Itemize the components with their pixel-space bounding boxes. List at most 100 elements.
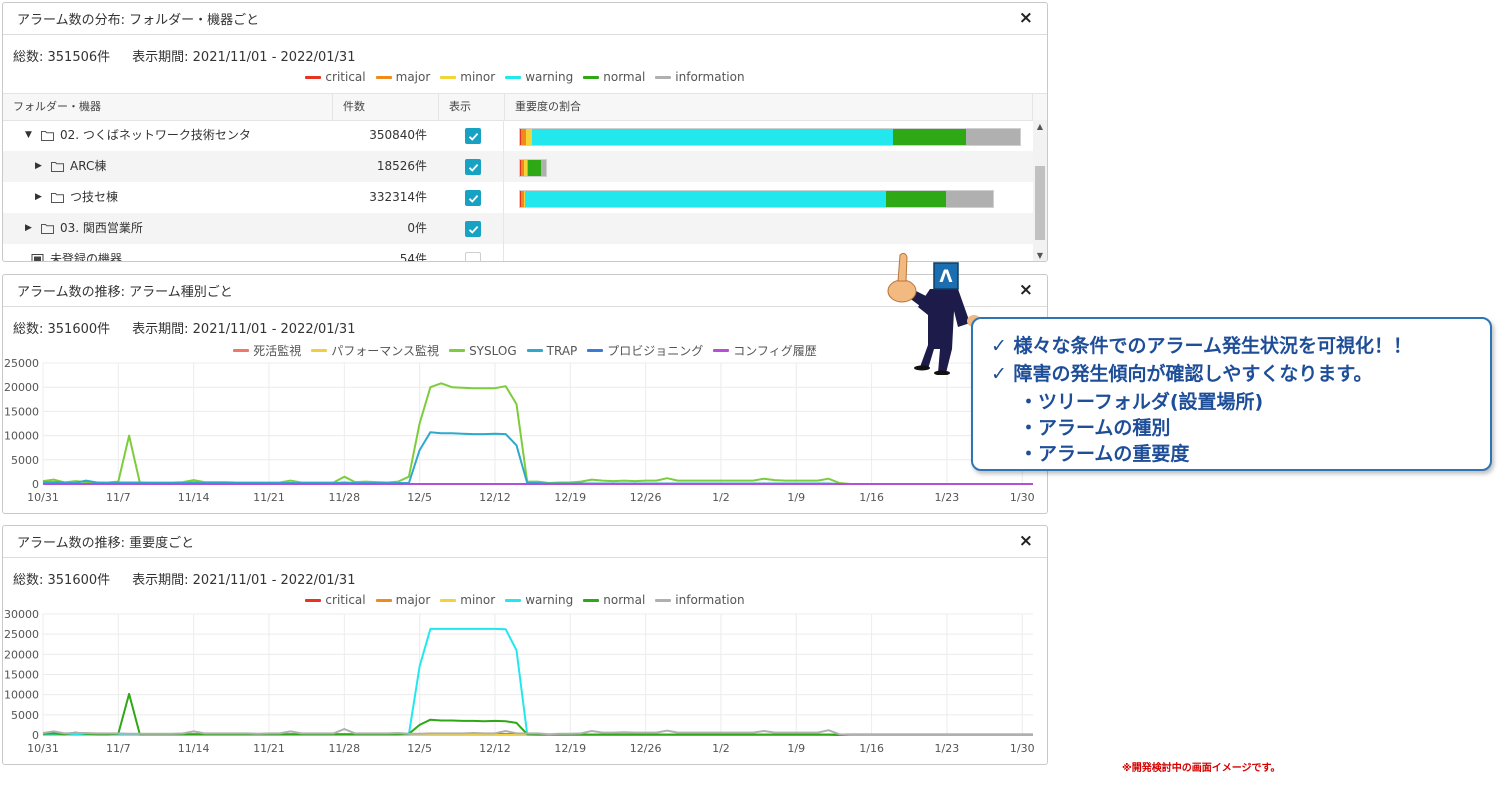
legend-item[interactable]: 死活監視 bbox=[233, 342, 301, 359]
table-row[interactable]: ▶ つ技セ棟 332314件 bbox=[3, 182, 1033, 213]
column-header-folder[interactable]: フォルダー・機器 bbox=[3, 94, 333, 120]
legend-item[interactable]: パフォーマンス監視 bbox=[311, 342, 439, 359]
legend-swatch bbox=[440, 75, 457, 79]
legend-swatch bbox=[440, 598, 457, 602]
legend-label: critical bbox=[325, 70, 366, 84]
legend-item[interactable]: normal bbox=[583, 70, 645, 84]
x-tick-label: 1/30 bbox=[1010, 742, 1035, 755]
scroll-up-icon[interactable]: ▲ bbox=[1033, 120, 1047, 134]
y-tick-label: 10000 bbox=[4, 689, 39, 702]
legend-item[interactable]: information bbox=[655, 593, 745, 607]
ratio-segment-warning bbox=[531, 129, 893, 145]
expand-arrow-icon[interactable]: ▶ bbox=[25, 213, 35, 244]
visible-checkbox[interactable] bbox=[465, 128, 481, 144]
visible-checkbox[interactable] bbox=[465, 252, 481, 261]
legend-item[interactable]: コンフィグ履歴 bbox=[713, 342, 817, 359]
scroll-thumb[interactable] bbox=[1035, 166, 1045, 240]
legend-item[interactable]: プロビジョニング bbox=[587, 342, 703, 359]
legend: critical major minor warning normal informati… bbox=[3, 593, 1047, 607]
folder-icon bbox=[41, 224, 54, 234]
legend-swatch bbox=[305, 598, 322, 602]
summary: 総数: 351600件 表示期間: 2021/11/01 - 2022/01/31 bbox=[13, 318, 355, 337]
visible-checkbox[interactable] bbox=[465, 190, 481, 206]
x-tick-label: 12/19 bbox=[554, 742, 586, 755]
legend-item[interactable]: SYSLOG bbox=[449, 342, 517, 359]
close-button[interactable]: × bbox=[1019, 533, 1033, 550]
callout-line: ✓ 様々な条件でのアラーム発生状況を可視化！！ bbox=[991, 335, 1412, 357]
alarm-count: 18526件 bbox=[376, 159, 427, 173]
table-header: フォルダー・機器 件数 表示 重要度の割合 bbox=[3, 93, 1047, 121]
scroll-down-icon[interactable]: ▼ bbox=[1033, 249, 1047, 261]
ratio-segment-information bbox=[945, 191, 993, 207]
legend-item[interactable]: major bbox=[375, 70, 430, 84]
legend-swatch bbox=[375, 75, 392, 79]
panel-title: アラーム数の推移: アラーム種別ごと bbox=[17, 285, 233, 300]
legend-item[interactable]: warning bbox=[505, 70, 573, 84]
legend-item[interactable]: critical bbox=[305, 593, 366, 607]
y-tick-label: 0 bbox=[32, 478, 39, 491]
legend-label: minor bbox=[460, 593, 496, 607]
legend-item[interactable]: warning bbox=[505, 593, 573, 607]
x-tick-label: 12/26 bbox=[630, 742, 662, 755]
legend-swatch bbox=[655, 75, 672, 79]
table-row[interactable]: ▶ 03. 関西営業所 0件 bbox=[3, 213, 1033, 244]
check-icon bbox=[468, 194, 478, 203]
callout-line: ・アラームの重要度 bbox=[1019, 443, 1190, 465]
legend-item[interactable]: normal bbox=[583, 593, 645, 607]
legend-item[interactable]: minor bbox=[440, 593, 495, 607]
alarm-count: 0件 bbox=[407, 221, 427, 235]
legend-item[interactable]: minor bbox=[440, 70, 495, 84]
alarm-count: 54件 bbox=[399, 252, 427, 262]
legend: critical major minor warning normal informati… bbox=[3, 70, 1047, 84]
collapse-arrow-icon[interactable]: ▼ bbox=[25, 120, 35, 151]
ratio-segment-information bbox=[965, 129, 1020, 145]
x-tick-label: 1/2 bbox=[712, 491, 730, 504]
x-tick-label: 1/2 bbox=[712, 742, 730, 755]
legend-label: information bbox=[675, 593, 745, 607]
panel-title: アラーム数の推移: 重要度ごと bbox=[17, 536, 195, 551]
folder-name: 02. つくばネットワーク技術センタ bbox=[60, 128, 251, 142]
expand-arrow-icon[interactable]: ▶ bbox=[35, 182, 45, 213]
legend-label: TRAP bbox=[546, 343, 578, 358]
folder-icon bbox=[51, 162, 64, 172]
summary: 総数: 351506件 表示期間: 2021/11/01 - 2022/01/31 bbox=[13, 46, 355, 65]
folder-icon bbox=[41, 131, 54, 141]
legend-item[interactable]: major bbox=[375, 593, 430, 607]
device-name: 未登録の機器 bbox=[50, 252, 123, 262]
legend-label: critical bbox=[325, 593, 366, 607]
legend-item[interactable]: critical bbox=[305, 70, 366, 84]
table-row[interactable]: ▶ ARC棟 18526件 bbox=[3, 151, 1033, 182]
ratio-segment-normal bbox=[885, 191, 946, 207]
close-button[interactable]: × bbox=[1019, 282, 1033, 299]
legend-swatch bbox=[233, 349, 250, 352]
line-chart: 0 5000 10000 15000 20000 25000 30000 10/31 11/7 1… bbox=[4, 610, 1035, 755]
vertical-scrollbar[interactable]: ▲ ▼ bbox=[1033, 120, 1047, 261]
column-header-count[interactable]: 件数 bbox=[333, 94, 439, 120]
visible-checkbox[interactable] bbox=[465, 159, 481, 175]
alarm-count: 332314件 bbox=[369, 190, 427, 204]
legend-label: minor bbox=[460, 70, 496, 84]
y-tick-label: 0 bbox=[32, 729, 39, 742]
visible-checkbox[interactable] bbox=[465, 221, 481, 237]
legend-swatch bbox=[713, 349, 730, 352]
x-tick-label: 1/9 bbox=[787, 742, 805, 755]
distribution-panel: アラーム数の分布: フォルダー・機器ごと × 総数: 351506件 表示期間: … bbox=[2, 2, 1048, 262]
column-header-visible[interactable]: 表示 bbox=[439, 94, 505, 120]
table-row[interactable]: ▼ 02. つくばネットワーク技術センタ 350840件 bbox=[3, 120, 1033, 151]
legend-swatch bbox=[583, 598, 600, 602]
legend-item[interactable]: TRAP bbox=[526, 342, 578, 359]
callout-line: ・アラームの種別 bbox=[1019, 417, 1171, 439]
close-button[interactable]: × bbox=[1019, 10, 1033, 27]
folder-name: 03. 関西営業所 bbox=[60, 221, 143, 235]
legend-item[interactable]: information bbox=[655, 70, 745, 84]
x-tick-label: 12/19 bbox=[554, 491, 586, 504]
total-count: 総数: 351600件 bbox=[13, 573, 111, 588]
legend-swatch bbox=[311, 349, 328, 352]
line-chart: 0 5000 10000 15000 20000 25000 10/31 11/7 11/14 1… bbox=[4, 359, 1035, 504]
legend-label: 死活監視 bbox=[253, 344, 302, 358]
column-header-ratio: 重要度の割合 bbox=[505, 94, 1033, 120]
expand-arrow-icon[interactable]: ▶ bbox=[35, 151, 45, 182]
display-period: 表示期間: 2021/11/01 - 2022/01/31 bbox=[132, 322, 356, 337]
legend-swatch bbox=[655, 598, 672, 602]
alarm-count: 350840件 bbox=[369, 128, 427, 142]
